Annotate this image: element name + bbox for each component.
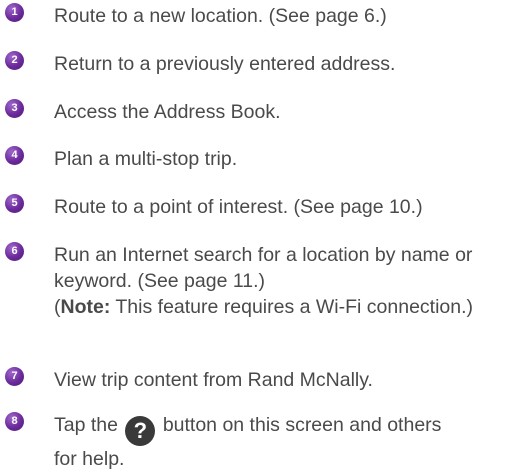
item-text-before-icon: Tap the xyxy=(54,414,118,436)
item-text: Plan a multi-stop trip. xyxy=(54,148,238,170)
item-text: Tap the ? button on this screen and othe… xyxy=(54,412,522,472)
item-text-line: for help. xyxy=(54,448,125,470)
item-text-line: Tap the ? button on this screen and othe… xyxy=(54,412,522,446)
item-text-after-icon: button on this screen and others xyxy=(162,414,442,436)
item-text: Return to a previously entered address. xyxy=(54,53,396,75)
number-badge: 5 xyxy=(5,194,24,213)
item-text: Run an Internet search for a location by… xyxy=(54,242,522,320)
number-badge: 1 xyxy=(5,3,24,22)
item-text-line: Run an Internet search for a location by… xyxy=(54,244,473,266)
number-badge: 8 xyxy=(5,412,24,431)
number-badge: 3 xyxy=(5,99,24,118)
item-text: Route to a point of interest. (See page … xyxy=(54,196,423,218)
number-badge: 4 xyxy=(5,146,24,165)
number-badge: 6 xyxy=(5,242,24,261)
note-label: Note: xyxy=(60,296,111,318)
item-text: Route to a new location. (See page 6.) xyxy=(54,5,387,27)
number-badge: 7 xyxy=(5,367,24,386)
help-icon: ? xyxy=(125,416,156,446)
note-text: This feature requires a Wi-Fi connection… xyxy=(110,296,474,318)
item-text: View trip content from Rand McNally. xyxy=(54,369,373,391)
item-note: (Note: This feature requires a Wi-Fi con… xyxy=(54,294,522,320)
item-text: Access the Address Book. xyxy=(54,101,281,123)
item-text-line: keyword. (See page 11.) xyxy=(54,270,266,292)
number-badge: 2 xyxy=(5,51,24,70)
